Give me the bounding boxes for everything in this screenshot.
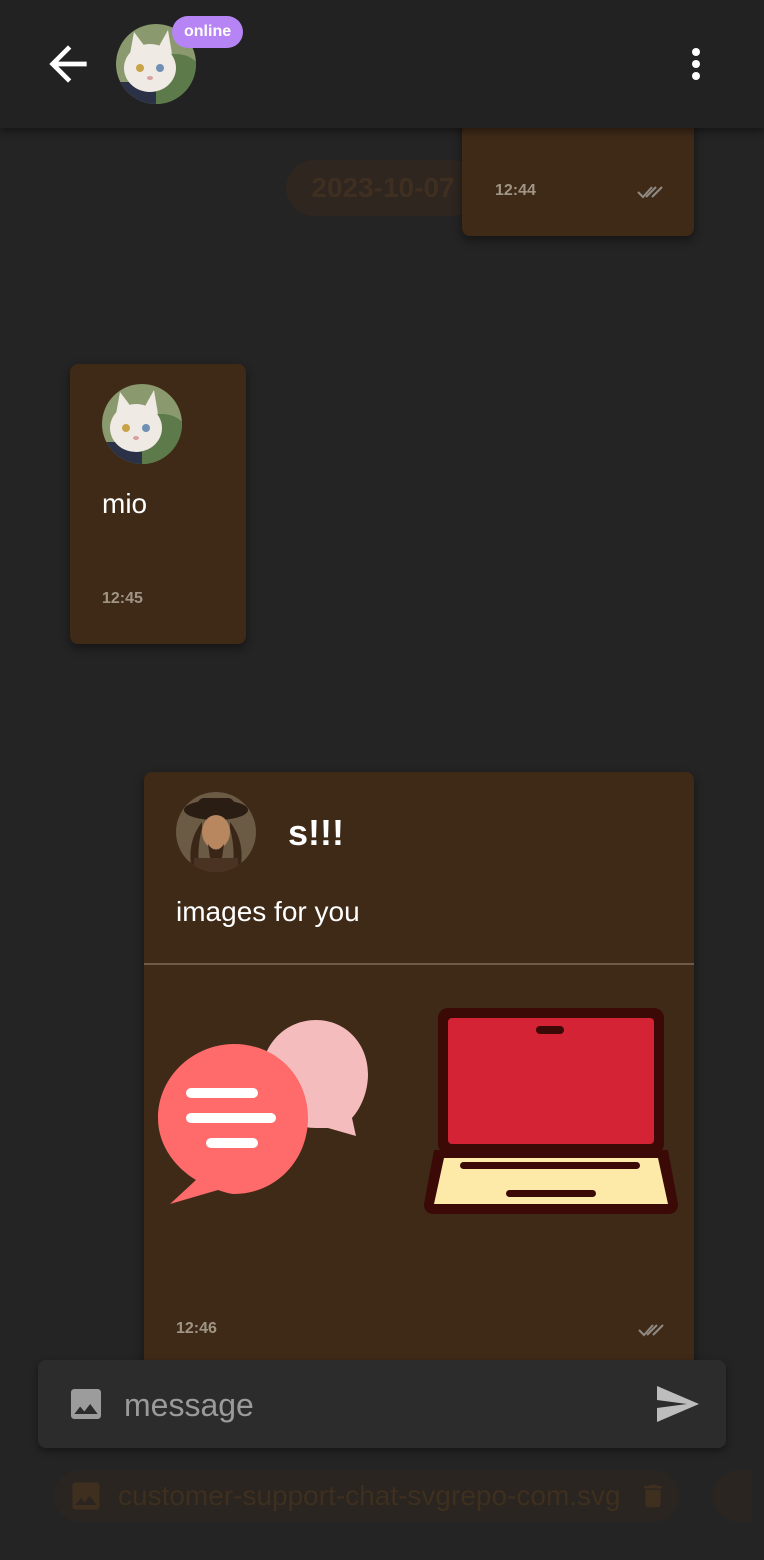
contact-avatar[interactable]: online <box>116 16 244 104</box>
attachment-file-name: customer-support-chat-svgrepo-com.svg <box>118 1480 621 1511</box>
arrow-left-icon <box>49 45 87 83</box>
message-bubble-incoming[interactable]: mio 12:45 <box>70 364 246 644</box>
sender-avatar <box>102 384 182 464</box>
send-icon <box>657 1386 699 1422</box>
app-bar: online <box>0 0 764 128</box>
double-check-icon <box>637 186 663 199</box>
laptop-image[interactable] <box>422 1008 680 1218</box>
date-divider: 2023-10-07 <box>286 160 480 216</box>
image-icon <box>72 1482 100 1510</box>
image-icon <box>71 1389 101 1419</box>
message-composer <box>38 1360 726 1448</box>
message-time: 12:44 <box>495 182 536 199</box>
chat-bubbles-image[interactable] <box>156 1018 370 1208</box>
more-options-button[interactable] <box>676 40 716 88</box>
more-vert-icon <box>692 48 700 80</box>
divider <box>144 963 694 965</box>
message-text: mio <box>102 488 148 519</box>
message-time: 12:45 <box>102 590 143 607</box>
sender-name: s!!! <box>288 812 344 853</box>
attach-image-button[interactable] <box>66 1384 106 1424</box>
attachment-chip-partial[interactable] <box>712 1470 752 1522</box>
back-button[interactable] <box>40 36 96 92</box>
message-time: 12:46 <box>176 1320 217 1337</box>
message-input[interactable] <box>122 1376 626 1434</box>
attachment-chip[interactable]: customer-support-chat-svgrepo-com.svg <box>54 1470 680 1522</box>
delete-icon[interactable] <box>638 1478 668 1514</box>
message-bubble-with-images[interactable]: s!!! images for you 12:46 <box>144 772 694 1372</box>
sender-avatar <box>176 792 256 872</box>
send-button[interactable] <box>652 1380 702 1428</box>
double-check-icon <box>638 1324 664 1337</box>
online-status-badge: online <box>172 16 244 48</box>
message-text: images for you <box>176 896 360 927</box>
